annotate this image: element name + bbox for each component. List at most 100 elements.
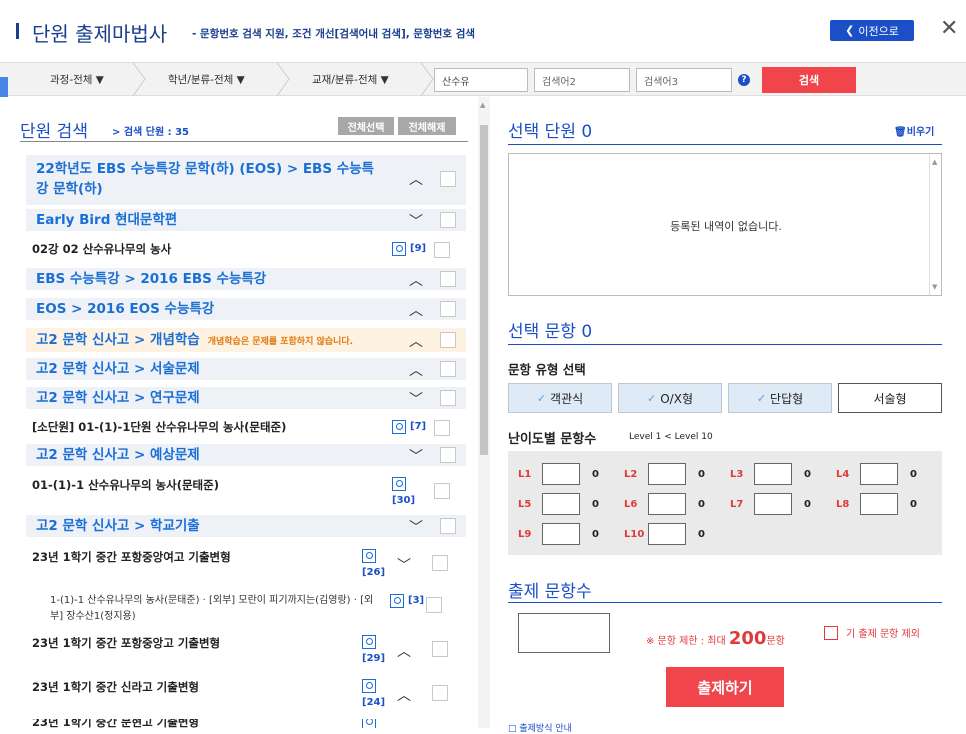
select-all-button[interactable]: 전체선택 <box>338 117 394 135</box>
level-input[interactable] <box>542 523 580 545</box>
row-checkbox[interactable] <box>440 171 456 187</box>
row-checkbox[interactable] <box>434 483 450 499</box>
list-item[interactable]: 23년 1학기 중간 포항중앙여고 기출변형 [26] ﹀ <box>26 547 466 583</box>
type-essay[interactable]: 서술형 <box>838 383 942 413</box>
level-input[interactable] <box>542 493 580 515</box>
chevron-up-icon[interactable]: ︿ <box>408 360 424 380</box>
list-item[interactable]: 02강 02 산수유나무의 농사 [9] <box>26 240 466 260</box>
type-label: O/X형 <box>660 391 693 406</box>
level-input[interactable] <box>860 463 898 485</box>
level-name: L5 <box>518 498 532 510</box>
level-note: Level 1 < Level 10 <box>629 432 713 442</box>
preview-icon[interactable] <box>362 719 376 728</box>
chevron-up-icon[interactable]: ︿ <box>408 169 424 189</box>
level-input[interactable] <box>860 493 898 515</box>
row-checkbox[interactable] <box>432 555 448 571</box>
exclude-label: 기 출제 문항 제외 <box>846 629 920 640</box>
chevron-up-icon[interactable]: ︿ <box>408 331 424 351</box>
scroll-up-icon[interactable]: ▲ <box>932 158 937 166</box>
clear-button[interactable]: 🗑비우기 <box>894 123 934 138</box>
scrollbar[interactable]: ▲ ▼ <box>929 154 941 295</box>
level-input[interactable] <box>542 463 580 485</box>
row-checkbox[interactable] <box>432 685 448 701</box>
prev-button[interactable]: ❮ 이전으로 <box>830 20 914 41</box>
deselect-all-button[interactable]: 전체해제 <box>398 117 456 135</box>
chevron-down-icon[interactable]: ﹀ <box>396 555 412 575</box>
preview-icon[interactable] <box>392 477 406 491</box>
chevron-down-icon[interactable]: ﹀ <box>408 446 424 466</box>
preview-icon[interactable] <box>362 679 376 693</box>
help-icon[interactable]: ? <box>738 74 750 86</box>
chevron-up-icon[interactable]: ︿ <box>408 270 424 290</box>
course-filter[interactable]: 과정-전체 ▼ <box>50 63 104 95</box>
row-checkbox[interactable] <box>440 447 456 463</box>
preview-icon[interactable] <box>392 242 406 256</box>
chevron-down-icon[interactable]: ﹀ <box>408 211 424 231</box>
chevron-down-icon[interactable]: ﹀ <box>408 517 424 537</box>
preview-icon[interactable] <box>392 420 406 434</box>
category-label: 22학년도 EBS 수능특강 문학(하) (EOS) > EBS 수능특강 문학… <box>36 161 375 197</box>
list-item[interactable]: EOS > 2016 EOS 수능특강 ︿ <box>26 298 466 320</box>
search-input-2[interactable]: 검색어2 <box>534 68 630 92</box>
chevron-up-icon[interactable]: ︿ <box>396 641 412 661</box>
grade-filter[interactable]: 학년/분류-전체 ▼ <box>168 63 245 95</box>
scroll-up-icon[interactable]: ▲ <box>480 101 485 109</box>
row-checkbox[interactable] <box>440 212 456 228</box>
row-checkbox[interactable] <box>440 271 456 287</box>
chevron-down-icon[interactable]: ﹀ <box>408 389 424 409</box>
chevron-up-icon[interactable]: ︿ <box>396 685 412 705</box>
list-item[interactable]: 고2 문학 신사고 > 예상문제 ﹀ <box>26 444 466 466</box>
list-item[interactable]: 고2 문학 신사고 > 학교기출 ﹀ <box>26 515 466 537</box>
list-item[interactable]: 23년 1학기 중간 포항중앙고 기출변형 [29] ︿ <box>26 633 466 669</box>
submit-button[interactable]: 출제하기 <box>666 667 784 707</box>
level-input[interactable] <box>754 493 792 515</box>
empty-message: 등록된 내역이 없습니다. <box>670 220 782 233</box>
level-input[interactable] <box>754 463 792 485</box>
list-item[interactable]: 01-(1)-1 산수유나무의 농사(문태준) [30] <box>26 475 466 511</box>
textbook-filter[interactable]: 교재/분류-전체 ▼ <box>312 63 389 95</box>
row-checkbox[interactable] <box>432 641 448 657</box>
trash-icon: 🗑 <box>894 127 907 138</box>
limit-suffix: 문항 <box>766 636 785 647</box>
close-icon[interactable]: ✕ <box>940 16 958 41</box>
exclude-used-option[interactable]: 기 출제 문항 제외 <box>824 625 920 640</box>
chevron-left-icon: ❮ <box>845 24 855 37</box>
row-checkbox[interactable] <box>440 518 456 534</box>
type-ox[interactable]: ✓ O/X형 <box>618 383 722 413</box>
scrollbar-thumb[interactable] <box>480 125 488 455</box>
preview-icon[interactable] <box>362 635 376 649</box>
row-checkbox[interactable] <box>440 390 456 406</box>
row-checkbox[interactable] <box>434 420 450 436</box>
list-item[interactable]: 22학년도 EBS 수능특강 문학(하) (EOS) > EBS 수능특강 문학… <box>26 155 466 205</box>
search-input-1[interactable]: 산수유 <box>434 68 528 92</box>
row-checkbox[interactable] <box>434 242 450 258</box>
list-item[interactable]: 23년 1학기 중간 신라고 기출변형 [24] ︿ <box>26 677 466 713</box>
search-input-3[interactable]: 검색어3 <box>636 68 732 92</box>
row-checkbox[interactable] <box>440 332 456 348</box>
row-checkbox[interactable] <box>440 361 456 377</box>
exclude-checkbox[interactable] <box>824 625 838 640</box>
list-item[interactable]: Early Bird 현대문학편 ﹀ <box>26 209 466 231</box>
check-icon: ✓ <box>756 391 767 405</box>
type-short-answer[interactable]: ✓ 단답형 <box>728 383 832 413</box>
preview-icon[interactable] <box>362 549 376 563</box>
level-input[interactable] <box>648 463 686 485</box>
row-checkbox[interactable] <box>426 597 442 613</box>
list-item[interactable]: 1-(1)-1 산수유나무의 농사(문태준) · [외부] 모란이 피기까지는(… <box>26 591 466 627</box>
row-checkbox[interactable] <box>440 301 456 317</box>
list-item[interactable]: 고2 문학 신사고 > 연구문제 ﹀ <box>26 387 466 409</box>
list-item[interactable]: [소단원] 01-(1)-1단원 산수유나무의 농사(문태준) [7] <box>26 418 466 438</box>
scroll-down-icon[interactable]: ▼ <box>932 283 937 291</box>
list-item[interactable]: 23년 1학기 중간 문현고 기출변형 <box>26 719 466 728</box>
list-item[interactable]: EBS 수능특강 > 2016 EBS 수능특강 ︿ <box>26 268 466 290</box>
chevron-up-icon[interactable]: ︿ <box>408 300 424 320</box>
question-count-input[interactable] <box>518 613 610 653</box>
list-item[interactable]: 고2 문학 신사고 > 서술문제 ︿ <box>26 358 466 380</box>
level-input[interactable] <box>648 523 686 545</box>
type-multiple-choice[interactable]: ✓ 객관식 <box>508 383 612 413</box>
level-input[interactable] <box>648 493 686 515</box>
search-button[interactable]: 검색 <box>762 67 856 93</box>
list-item[interactable]: 고2 문학 신사고 > 개념학습 개념학습은 문제를 포함하지 않습니다. ︿ <box>26 328 466 352</box>
scrollbar[interactable]: ▲ <box>478 97 490 728</box>
preview-icon[interactable] <box>390 594 404 608</box>
